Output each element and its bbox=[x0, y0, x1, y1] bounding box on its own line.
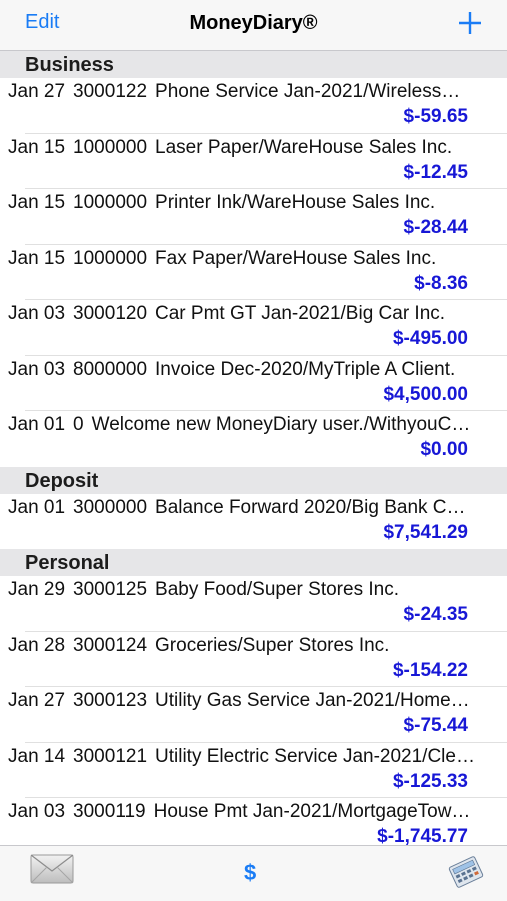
transaction-amount: $-1,745.77 bbox=[377, 826, 468, 845]
transaction-description: Jan 15 1000000 Fax Paper/WareHouse Sales I… bbox=[8, 248, 497, 270]
transaction-date: Jan 29 bbox=[8, 579, 66, 600]
transaction-amount: $0.00 bbox=[420, 439, 468, 460]
transaction-row[interactable]: Jan 14 3000121 Utility Electric Service Ja… bbox=[0, 743, 507, 799]
transaction-description: Jan 27 3000122 Phone Service Jan-2021/Wire… bbox=[8, 81, 497, 103]
transaction-desc: Car Pmt GT Jan-2021/Big Car Inc. bbox=[155, 303, 446, 324]
transaction-amount: $-24.35 bbox=[403, 604, 468, 625]
transaction-date: Jan 03 bbox=[8, 358, 66, 380]
transaction-date: Jan 03 bbox=[8, 303, 66, 324]
transaction-row[interactable]: Jan 03 3000119 House Pmt Jan-2021/Mortgage… bbox=[0, 798, 507, 845]
transaction-date: Jan 03 bbox=[8, 801, 66, 822]
transaction-ref: 3000000 bbox=[73, 496, 148, 518]
section-header: Personal bbox=[0, 549, 507, 576]
transaction-desc: Printer Ink/WareHouse Sales Inc. bbox=[155, 192, 436, 213]
transaction-ref: 1000000 bbox=[73, 136, 148, 158]
transaction-date: Jan 01 bbox=[8, 414, 66, 435]
transaction-desc: Phone Service Jan-2021/Wireless… bbox=[155, 81, 461, 102]
transaction-row[interactable]: Jan 03 3000120 Car Pmt GT Jan-2021/Big Car… bbox=[0, 300, 507, 356]
section-rows: Jan 29 3000125 Baby Food/Super Stores Inc.… bbox=[0, 576, 507, 845]
transaction-ref: 3000121 bbox=[73, 745, 148, 767]
section-rows: Jan 27 3000122 Phone Service Jan-2021/Wire… bbox=[0, 78, 507, 467]
transaction-ref: 3000124 bbox=[73, 634, 148, 656]
transaction-description: Jan 14 3000121 Utility Electric Service Ja… bbox=[8, 746, 497, 768]
transaction-date: Jan 15 bbox=[8, 136, 66, 158]
transaction-desc: House Pmt Jan-2021/MortgageTow… bbox=[153, 801, 471, 822]
section-title: Deposit bbox=[25, 469, 99, 492]
nav-bar: Edit MoneyDiary® bbox=[0, 0, 507, 51]
transaction-description: Jan 03 8000000 Invoice Dec-2020/MyTriple A… bbox=[8, 359, 497, 381]
transaction-date: Jan 15 bbox=[8, 192, 66, 213]
transaction-date: Jan 01 bbox=[8, 496, 66, 518]
section-header: Deposit bbox=[0, 466, 507, 494]
transaction-ref: 1000000 bbox=[73, 192, 148, 213]
section-rows: Jan 01 3000000 Balance Forward 2020/Big Ba… bbox=[0, 494, 507, 550]
transaction-row[interactable]: Jan 01 0 Welcome new MoneyDiary user./With… bbox=[0, 411, 507, 467]
transaction-ref: 8000000 bbox=[73, 358, 148, 380]
calculator-icon[interactable] bbox=[446, 855, 486, 889]
transaction-amount: $-125.33 bbox=[392, 770, 468, 792]
transaction-amount: $7,541.29 bbox=[383, 521, 468, 543]
transaction-ref: 3000122 bbox=[73, 81, 148, 102]
transaction-row[interactable]: Jan 29 3000125 Baby Food/Super Stores Inc.… bbox=[0, 576, 507, 632]
transaction-desc: Utility Electric Service Jan-2021/Cle… bbox=[155, 745, 475, 767]
transaction-amount: $-59.65 bbox=[403, 106, 468, 127]
transaction-row[interactable]: Jan 15 1000000 Fax Paper/WareHouse Sales I… bbox=[0, 245, 507, 301]
transaction-ref: 0 bbox=[73, 414, 84, 435]
transaction-amount: $-12.45 bbox=[403, 161, 468, 183]
transaction-ref: 3000120 bbox=[73, 303, 148, 324]
transaction-amount: $-75.44 bbox=[403, 715, 468, 736]
transaction-row[interactable]: Jan 03 8000000 Invoice Dec-2020/MyTriple A… bbox=[0, 356, 507, 412]
transaction-date: Jan 14 bbox=[8, 745, 66, 767]
transaction-ref: 3000119 bbox=[73, 801, 146, 822]
transaction-desc: Welcome new MoneyDiary user./WithyouC… bbox=[91, 414, 471, 435]
tab-bar: $ bbox=[0, 845, 507, 901]
transaction-description: Jan 01 3000000 Balance Forward 2020/Big Ba… bbox=[8, 497, 497, 519]
transaction-description: Jan 01 0 Welcome new MoneyDiary user./With… bbox=[8, 414, 497, 436]
transaction-row[interactable]: Jan 27 3000123 Utility Gas Service Jan-202… bbox=[0, 687, 507, 743]
transaction-amount: $-495.00 bbox=[392, 328, 468, 349]
transaction-description: Jan 03 3000120 Car Pmt GT Jan-2021/Big Car… bbox=[8, 303, 497, 325]
transaction-description: Jan 03 3000119 House Pmt Jan-2021/Mortgage… bbox=[8, 801, 497, 823]
transaction-desc: Laser Paper/WareHouse Sales Inc. bbox=[155, 136, 453, 158]
transaction-amount: $-28.44 bbox=[403, 217, 468, 238]
envelope-icon[interactable] bbox=[30, 854, 74, 884]
transaction-amount: $-8.36 bbox=[414, 272, 468, 294]
transaction-description: Jan 15 1000000 Laser Paper/WareHouse Sales… bbox=[8, 137, 497, 159]
transaction-row[interactable]: Jan 28 3000124 Groceries/Super Stores Inc.… bbox=[0, 632, 507, 688]
transaction-description: Jan 29 3000125 Baby Food/Super Stores Inc. bbox=[8, 579, 497, 601]
transaction-ref: 3000123 bbox=[73, 690, 148, 711]
transaction-date: Jan 28 bbox=[8, 634, 66, 656]
transaction-description: Jan 15 1000000 Printer Ink/WareHouse Sales… bbox=[8, 192, 497, 214]
plus-icon[interactable] bbox=[457, 10, 483, 36]
transaction-desc: Fax Paper/WareHouse Sales Inc. bbox=[155, 247, 437, 269]
transaction-amount: $4,500.00 bbox=[383, 383, 468, 405]
transaction-ref: 1000000 bbox=[73, 247, 148, 269]
section-title: Business bbox=[25, 54, 114, 76]
transaction-date: Jan 27 bbox=[8, 690, 66, 711]
transaction-amount: $-154.22 bbox=[392, 659, 468, 681]
transaction-desc: Groceries/Super Stores Inc. bbox=[155, 634, 390, 656]
transaction-desc: Baby Food/Super Stores Inc. bbox=[155, 579, 399, 600]
transaction-list[interactable]: Business Jan 27 3000122 Phone Service Jan-2… bbox=[0, 51, 507, 845]
transaction-description: Jan 27 3000123 Utility Gas Service Jan-202… bbox=[8, 690, 497, 712]
transaction-date: Jan 15 bbox=[8, 247, 66, 269]
transaction-row[interactable]: Jan 01 3000000 Balance Forward 2020/Big Ba… bbox=[0, 494, 507, 550]
transaction-date: Jan 27 bbox=[8, 81, 66, 102]
transaction-desc: Balance Forward 2020/Big Bank C… bbox=[155, 496, 466, 518]
transaction-desc: Utility Gas Service Jan-2021/Home… bbox=[155, 690, 470, 711]
section-title: Personal bbox=[25, 552, 110, 574]
transaction-row[interactable]: Jan 15 1000000 Laser Paper/WareHouse Sales… bbox=[0, 134, 507, 190]
transaction-description: Jan 28 3000124 Groceries/Super Stores Inc. bbox=[8, 635, 497, 657]
transaction-ref: 3000125 bbox=[73, 579, 148, 600]
app-title: MoneyDiary® bbox=[189, 12, 318, 34]
transaction-desc: Invoice Dec-2020/MyTriple A Client. bbox=[155, 358, 456, 380]
transaction-row[interactable]: Jan 27 3000122 Phone Service Jan-2021/Wire… bbox=[0, 78, 507, 134]
section-header: Business bbox=[0, 51, 507, 78]
transaction-row[interactable]: Jan 15 1000000 Printer Ink/WareHouse Sales… bbox=[0, 189, 507, 245]
dollar-tab[interactable]: $ bbox=[244, 860, 256, 886]
